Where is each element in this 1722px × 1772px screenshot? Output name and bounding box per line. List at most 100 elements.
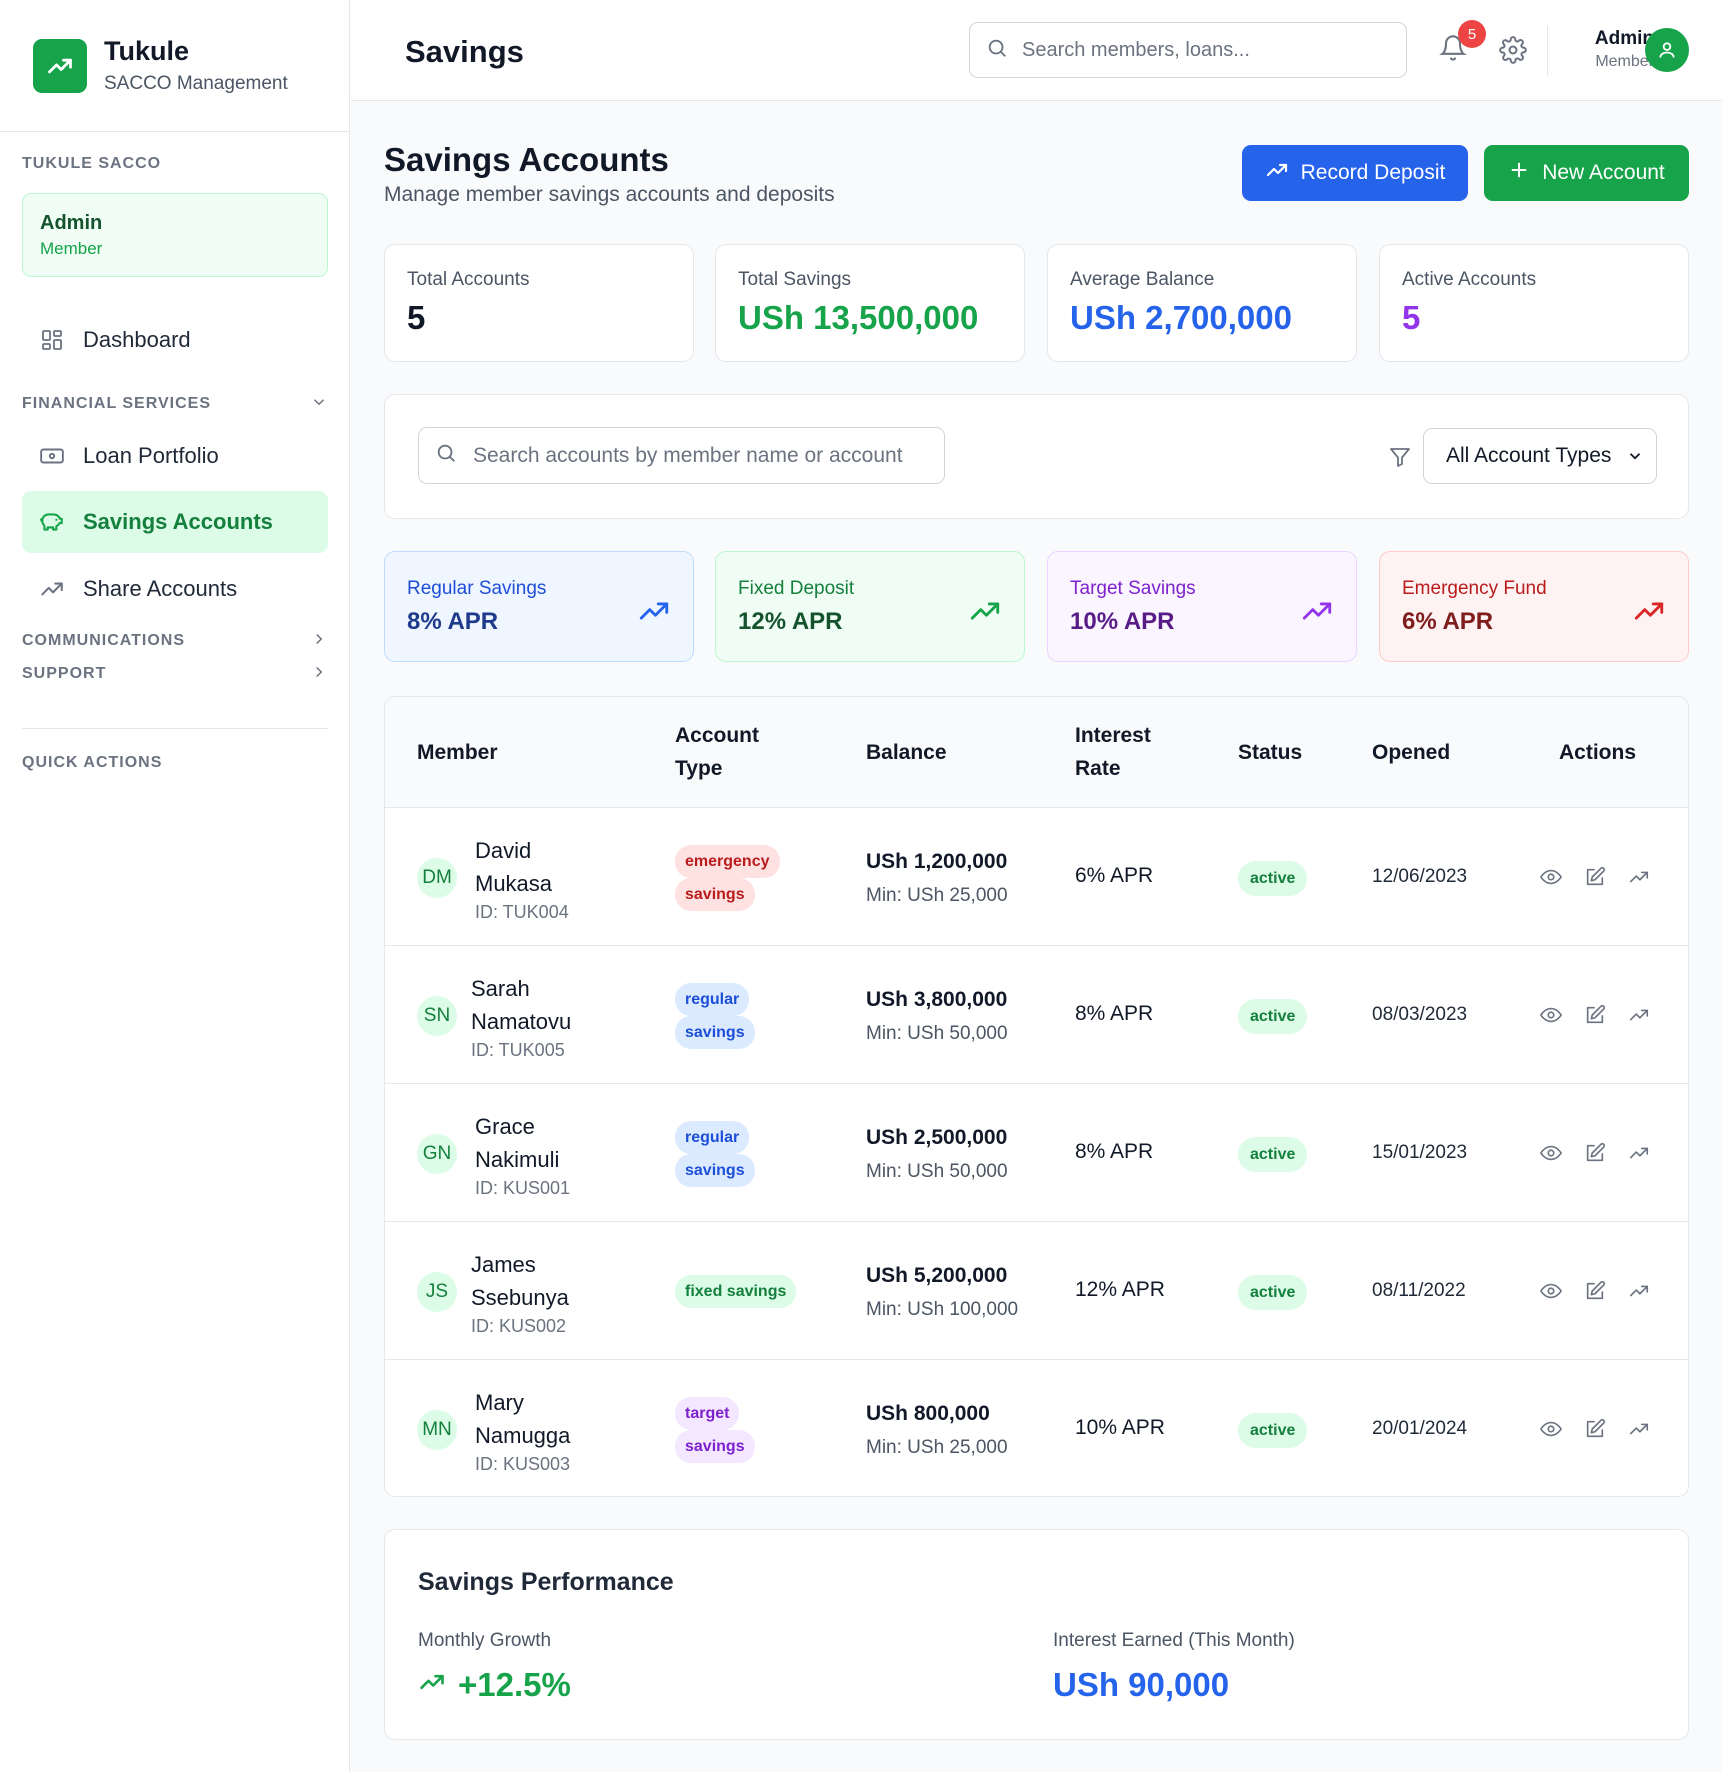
view-eye-icon[interactable] xyxy=(1539,1418,1563,1445)
member-avatar: DM xyxy=(417,858,457,898)
view-eye-icon[interactable] xyxy=(1539,1004,1563,1031)
header-user[interactable]: Admin Member xyxy=(1571,28,1654,71)
global-search[interactable] xyxy=(969,22,1407,78)
stat-label: Average Balance xyxy=(1070,269,1215,290)
new-account-button[interactable]: New Account xyxy=(1484,145,1689,201)
brand[interactable]: Tukule SACCO Management xyxy=(0,0,349,132)
sidebar-user-role: Member xyxy=(40,239,103,258)
sidebar-item-share-accounts[interactable]: Share Accounts xyxy=(22,558,328,620)
type-card-fixed-deposit[interactable]: Fixed Deposit 12% APR xyxy=(715,551,1025,662)
member-name[interactable]: James Ssebunya xyxy=(471,1248,591,1314)
view-eye-icon[interactable] xyxy=(1539,1280,1563,1307)
table-row[interactable]: JS James Ssebunya ID: KUS002 fixed savin… xyxy=(385,1222,1688,1360)
member-last-name: Namatovu xyxy=(471,1009,572,1034)
sidebar-item-label: Dashboard xyxy=(83,327,191,352)
type-card-target-savings[interactable]: Target Savings 10% APR xyxy=(1047,551,1357,662)
new-account-label: New Account xyxy=(1542,161,1665,184)
piggy-bank-icon xyxy=(39,509,65,535)
trending-up-icon xyxy=(637,594,671,633)
member-name[interactable]: David Mukasa xyxy=(475,834,595,900)
account-type-badge: savings xyxy=(675,878,755,911)
trending-up-icon xyxy=(418,1666,446,1704)
stat-card-total-accounts: Total Accounts 5 xyxy=(384,244,694,362)
global-search-input[interactable] xyxy=(1022,38,1382,62)
type-card-emergency-fund[interactable]: Emergency Fund 6% APR xyxy=(1379,551,1689,662)
account-type-selected: All Account Types xyxy=(1446,444,1612,467)
member-name[interactable]: Mary Namugga xyxy=(475,1386,595,1452)
edit-icon[interactable] xyxy=(1584,1280,1606,1307)
account-search[interactable] xyxy=(418,427,945,484)
edit-icon[interactable] xyxy=(1584,866,1606,893)
trending-up-icon[interactable] xyxy=(1628,1418,1650,1445)
record-deposit-button[interactable]: Record Deposit xyxy=(1242,145,1468,201)
sidebar-item-dashboard[interactable]: Dashboard xyxy=(22,309,328,371)
chevron-down-icon xyxy=(310,393,328,416)
financial-services-toggle[interactable]: FINANCIAL SERVICES xyxy=(22,395,328,413)
trending-up-icon[interactable] xyxy=(1628,1004,1650,1031)
member-name[interactable]: Grace Nakimuli xyxy=(475,1110,595,1176)
sidebar-item-savings-accounts[interactable]: Savings Accounts xyxy=(22,491,328,553)
plus-icon xyxy=(1508,159,1530,187)
trending-up-icon[interactable] xyxy=(1628,1142,1650,1169)
brand-subtitle: SACCO Management xyxy=(104,73,288,94)
search-icon xyxy=(435,442,457,469)
view-eye-icon[interactable] xyxy=(1539,866,1563,893)
trending-up-icon xyxy=(1300,594,1334,633)
column-header-line: Interest xyxy=(1075,724,1151,747)
edit-icon[interactable] xyxy=(1584,1142,1606,1169)
column-header-account-type: Account Type xyxy=(675,719,759,785)
column-header-line: Rate xyxy=(1075,757,1121,780)
stat-card-total-savings: Total Savings USh 13,500,000 xyxy=(715,244,1025,362)
member-avatar: SN xyxy=(417,996,457,1036)
minimum-balance: Min: USh 100,000 xyxy=(866,1299,1019,1320)
status-badge: active xyxy=(1238,1275,1308,1310)
minimum-balance: Min: USh 50,000 xyxy=(866,1161,1008,1182)
minimum-balance: Min: USh 50,000 xyxy=(866,1023,1008,1044)
account-search-input[interactable] xyxy=(473,443,933,468)
stat-label: Total Savings xyxy=(738,269,852,290)
type-card-regular-savings[interactable]: Regular Savings 8% APR xyxy=(384,551,694,662)
status-badge: active xyxy=(1238,1137,1308,1172)
search-icon xyxy=(986,37,1008,64)
account-type-badge: savings xyxy=(675,1154,755,1187)
member-avatar: GN xyxy=(417,1134,457,1174)
org-label: TUKULE SACCO xyxy=(22,155,162,172)
member-name[interactable]: Sarah Namatovu xyxy=(471,972,591,1038)
edit-icon[interactable] xyxy=(1584,1004,1606,1031)
sidebar-item-label: Share Accounts xyxy=(83,576,238,601)
sidebar-user-card[interactable]: Admin Member xyxy=(22,193,328,277)
table-row[interactable]: GN Grace Nakimuli ID: KUS001 regular sav… xyxy=(385,1084,1688,1222)
trending-up-icon[interactable] xyxy=(1628,1280,1650,1307)
stat-label: Total Accounts xyxy=(407,269,530,290)
filter-bar: All Account Types xyxy=(384,394,1689,519)
user-avatar[interactable] xyxy=(1645,28,1689,72)
member-id: ID: KUS001 xyxy=(475,1178,571,1198)
sidebar-user-name: Admin xyxy=(40,212,103,234)
column-header-actions: Actions xyxy=(1559,741,1637,764)
table-row[interactable]: DM David Mukasa ID: TUK004 emergency sav… xyxy=(385,808,1688,946)
settings-gear-icon[interactable] xyxy=(1499,36,1527,69)
account-type-select[interactable]: All Account Types xyxy=(1423,428,1657,484)
stat-label: Active Accounts xyxy=(1402,269,1537,290)
sidebar-item-label: Savings Accounts xyxy=(83,509,273,534)
member-id: ID: TUK005 xyxy=(471,1040,565,1060)
interest-rate: 6% APR xyxy=(1075,864,1154,887)
trending-up-icon xyxy=(968,594,1002,633)
member-id: ID: TUK004 xyxy=(475,902,569,922)
trending-up-icon[interactable] xyxy=(1628,866,1650,893)
table-row[interactable]: MN Mary Namugga ID: KUS003 target saving… xyxy=(385,1360,1688,1496)
monthly-growth-label: Monthly Growth xyxy=(418,1630,552,1651)
communications-toggle[interactable]: COMMUNICATIONS xyxy=(22,632,328,650)
support-toggle[interactable]: SUPPORT xyxy=(22,665,328,683)
member-last-name: Nakimuli xyxy=(475,1147,560,1172)
edit-icon[interactable] xyxy=(1584,1418,1606,1445)
table-row[interactable]: SN Sarah Namatovu ID: TUK005 regular sav… xyxy=(385,946,1688,1084)
account-type-badge: regular xyxy=(675,983,750,1016)
chevron-right-icon xyxy=(310,663,328,686)
stat-value: 5 xyxy=(1402,299,1421,336)
opened-date: 08/11/2022 xyxy=(1372,1280,1466,1301)
sidebar-item-loan-portfolio[interactable]: Loan Portfolio xyxy=(22,425,328,487)
notification-count-badge: 5 xyxy=(1458,20,1486,48)
account-type-badge: savings xyxy=(675,1016,755,1049)
view-eye-icon[interactable] xyxy=(1539,1142,1563,1169)
